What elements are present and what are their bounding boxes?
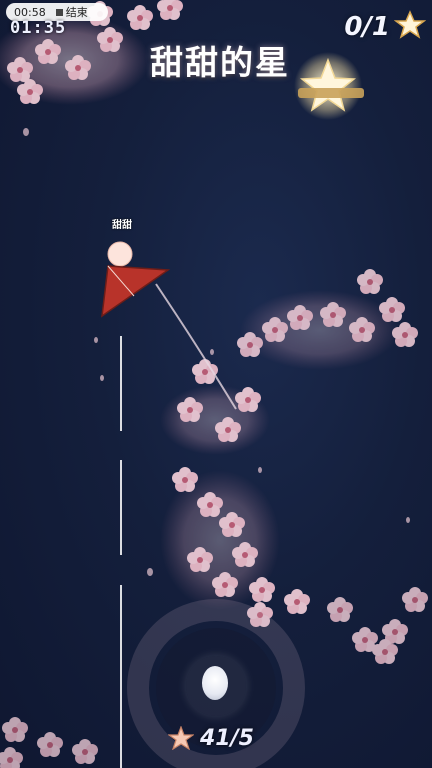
recording-elapsed: 00:58 (14, 5, 46, 19)
star-goal-counter: 0/1 (344, 12, 390, 42)
stop-icon (55, 8, 63, 16)
star-icon (394, 10, 426, 39)
star-icon (168, 726, 194, 750)
game-timer: 01:35 (10, 18, 67, 38)
star-score: 41/5 (200, 726, 254, 751)
joystick-knob[interactable] (202, 666, 228, 700)
lane-line (120, 585, 122, 768)
player-kite (101, 241, 237, 410)
level-title: 甜甜的星 (150, 43, 290, 82)
joystick[interactable] (186, 656, 246, 716)
lane-line (120, 336, 122, 431)
end-recording-label: 结束 (65, 6, 88, 19)
lane-line (120, 460, 122, 555)
player-name: 甜甜 (112, 220, 132, 231)
